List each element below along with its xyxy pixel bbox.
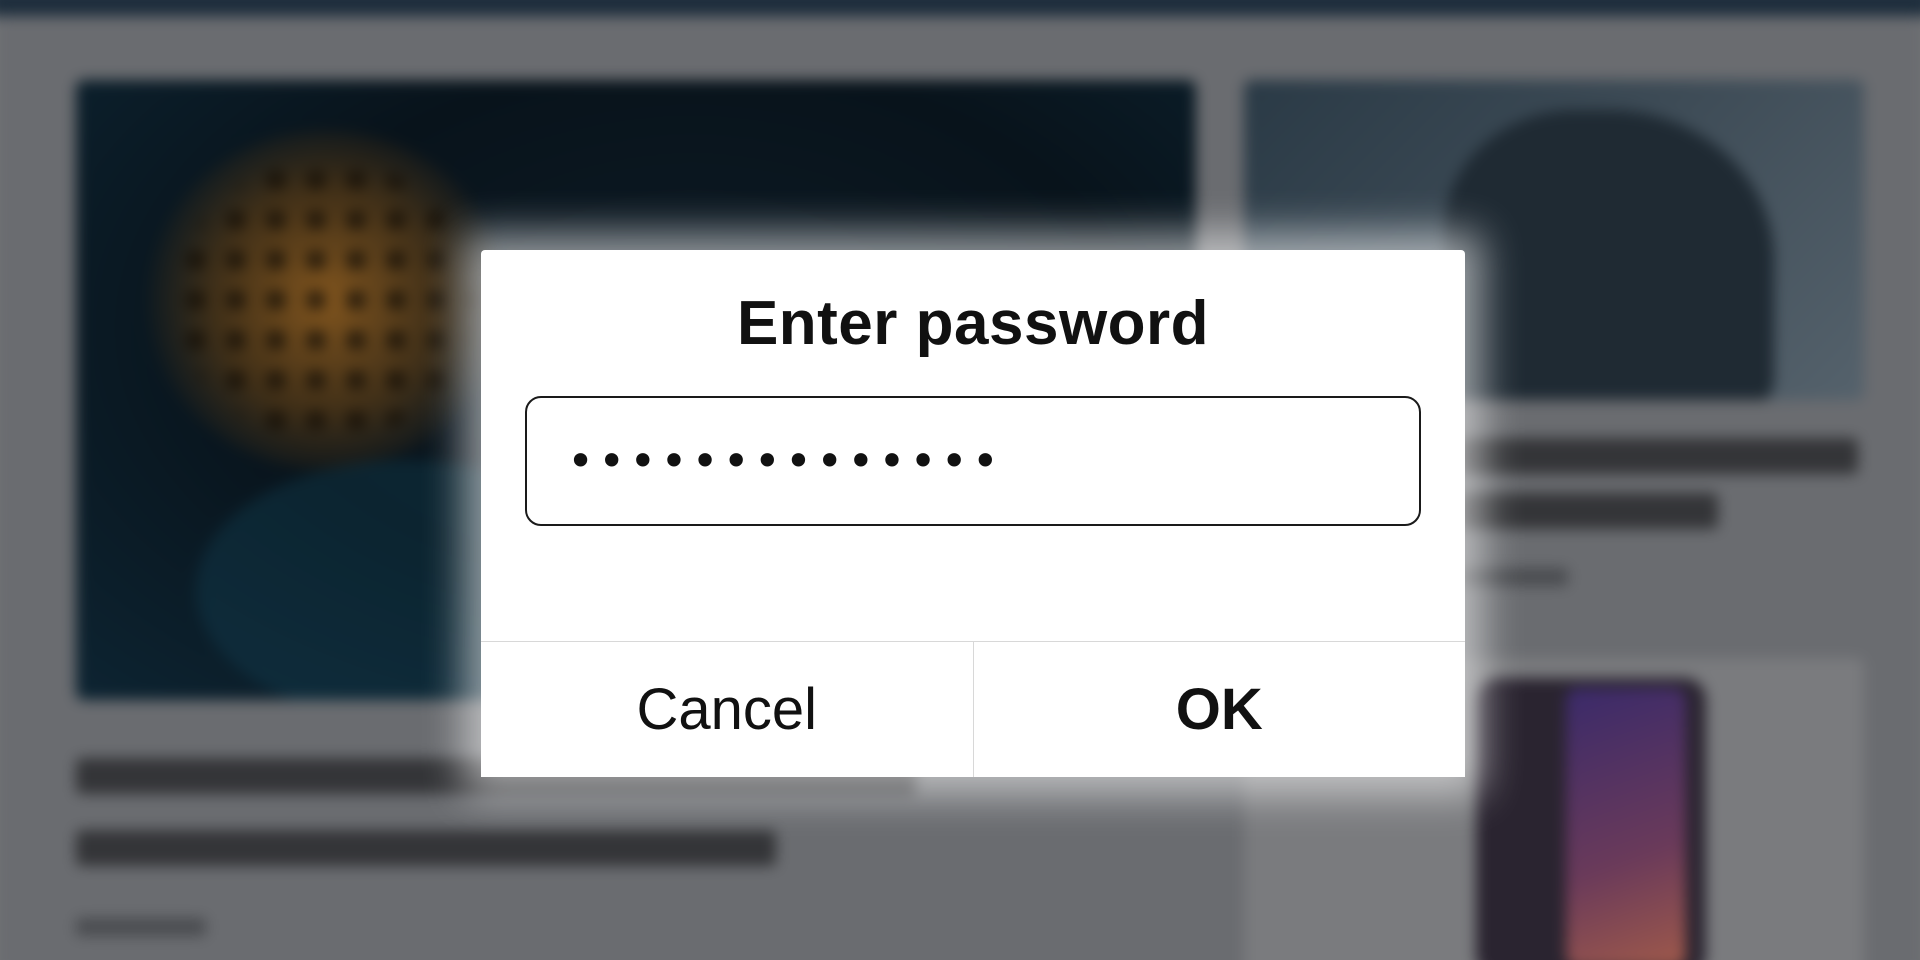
background-top-bar <box>0 0 1920 16</box>
password-field-container[interactable] <box>525 396 1421 526</box>
dialog-title: Enter password <box>736 288 1210 358</box>
background-side-headline-line1 <box>1458 438 1858 474</box>
dialog-actions: Cancel OK <box>481 641 1465 777</box>
background-side-headline-line2 <box>1458 493 1718 529</box>
ok-button[interactable]: OK <box>973 642 1465 777</box>
background-headline-line2 <box>76 830 776 866</box>
cancel-button[interactable]: Cancel <box>481 642 974 777</box>
phone-graphic <box>1476 678 1706 960</box>
background-meta-line <box>76 918 206 936</box>
background-side-meta <box>1458 568 1568 586</box>
password-dialog: Enter password Cancel OK <box>481 250 1465 777</box>
password-input[interactable] <box>567 434 1419 488</box>
honeycomb-graphic <box>146 130 506 470</box>
